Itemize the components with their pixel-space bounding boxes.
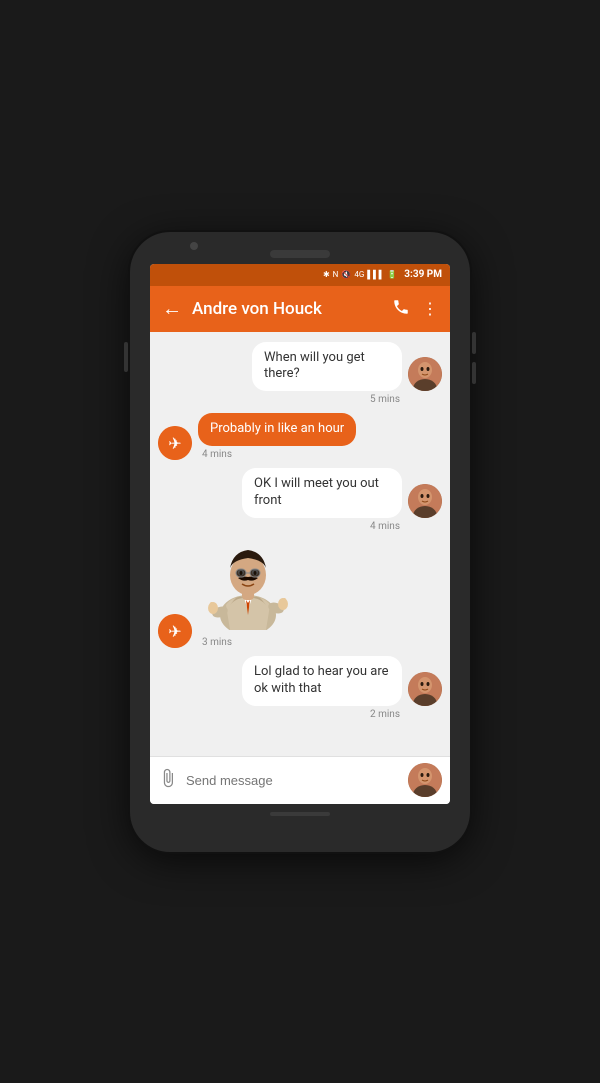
message-time: 4 mins — [242, 521, 442, 532]
attach-icon[interactable] — [158, 768, 178, 793]
bubble-container: Probably in like an hour 4 mins — [198, 413, 356, 460]
power-button — [124, 342, 128, 372]
mute-icon: 🔇 — [341, 270, 351, 279]
avatar — [408, 484, 442, 518]
call-icon[interactable] — [392, 298, 410, 320]
message-bubble: Lol glad to hear you are ok with that — [242, 656, 402, 706]
svg-text:✈: ✈ — [168, 622, 181, 641]
message-text: Probably in like an hour — [210, 421, 344, 436]
message-row: OK I will meet you out front 4 mins — [158, 468, 442, 532]
messages-area: When will you get there? 5 mins ✈ — [150, 332, 450, 756]
speaker — [270, 250, 330, 258]
avatar — [408, 357, 442, 391]
battery-icon: 🔋 — [387, 270, 397, 279]
message-time: 4 mins — [198, 449, 356, 460]
phone-device: ✱ N 🔇 4G ▌▌▌ 🔋 3:39 PM ← Andre von Houck… — [130, 232, 470, 852]
bars-icon: ▌▌▌ — [367, 270, 384, 279]
svg-text:✈: ✈ — [168, 434, 181, 453]
message-text: Lol glad to hear you are ok with that — [254, 664, 389, 696]
header-actions: ⋮ — [392, 298, 438, 320]
signal-icon: 4G — [354, 270, 364, 279]
message-input[interactable] — [186, 773, 400, 788]
back-button[interactable]: ← — [162, 296, 182, 321]
camera — [190, 242, 198, 250]
outgoing-row: ✈ Probably in like an hour 4 mins — [158, 413, 356, 460]
status-bar: ✱ N 🔇 4G ▌▌▌ 🔋 3:39 PM — [150, 264, 450, 286]
bluetooth-icon: ✱ — [323, 270, 330, 279]
bubble-container: Lol glad to hear you are ok with that 2 … — [242, 656, 442, 720]
sticker-image — [198, 540, 298, 630]
sticker-container: 3 mins — [198, 540, 298, 648]
message-bubble: OK I will meet you out front — [242, 468, 402, 518]
nfc-icon: N — [333, 270, 339, 279]
message-text: OK I will meet you out front — [254, 476, 379, 508]
status-time: 3:39 PM — [404, 269, 442, 280]
message-row: ✈ Probably in like an hour 4 mins — [158, 413, 442, 460]
conversation-title: Andre von Houck — [192, 299, 392, 319]
sticker-row: ✈ — [158, 540, 298, 648]
avatar: ✈ — [158, 426, 192, 460]
phone-top — [140, 250, 460, 258]
message-bubble: Probably in like an hour — [198, 413, 356, 446]
volume-up-button — [472, 332, 476, 354]
bubble-container: When will you get there? 5 mins — [252, 342, 442, 406]
avatar: ✈ — [158, 614, 192, 648]
more-options-icon[interactable]: ⋮ — [422, 299, 438, 318]
message-time: 3 mins — [198, 637, 298, 648]
phone-home-indicator — [270, 812, 330, 816]
input-area — [150, 756, 450, 804]
message-row: When will you get there? 5 mins — [158, 342, 442, 406]
bubble-container: OK I will meet you out front 4 mins — [242, 468, 442, 532]
send-avatar — [408, 763, 442, 797]
status-icons: ✱ N 🔇 4G ▌▌▌ 🔋 3:39 PM — [323, 269, 442, 280]
message-time: 2 mins — [242, 709, 442, 720]
avatar — [408, 672, 442, 706]
message-text: When will you get there? — [264, 350, 365, 382]
message-row: Lol glad to hear you are ok with that 2 … — [158, 656, 442, 720]
message-row: ✈ — [158, 540, 442, 648]
app-header: ← Andre von Houck ⋮ — [150, 286, 450, 332]
phone-screen: ✱ N 🔇 4G ▌▌▌ 🔋 3:39 PM ← Andre von Houck… — [150, 264, 450, 804]
volume-down-button — [472, 362, 476, 384]
message-time: 5 mins — [252, 394, 442, 405]
message-bubble: When will you get there? — [252, 342, 402, 392]
